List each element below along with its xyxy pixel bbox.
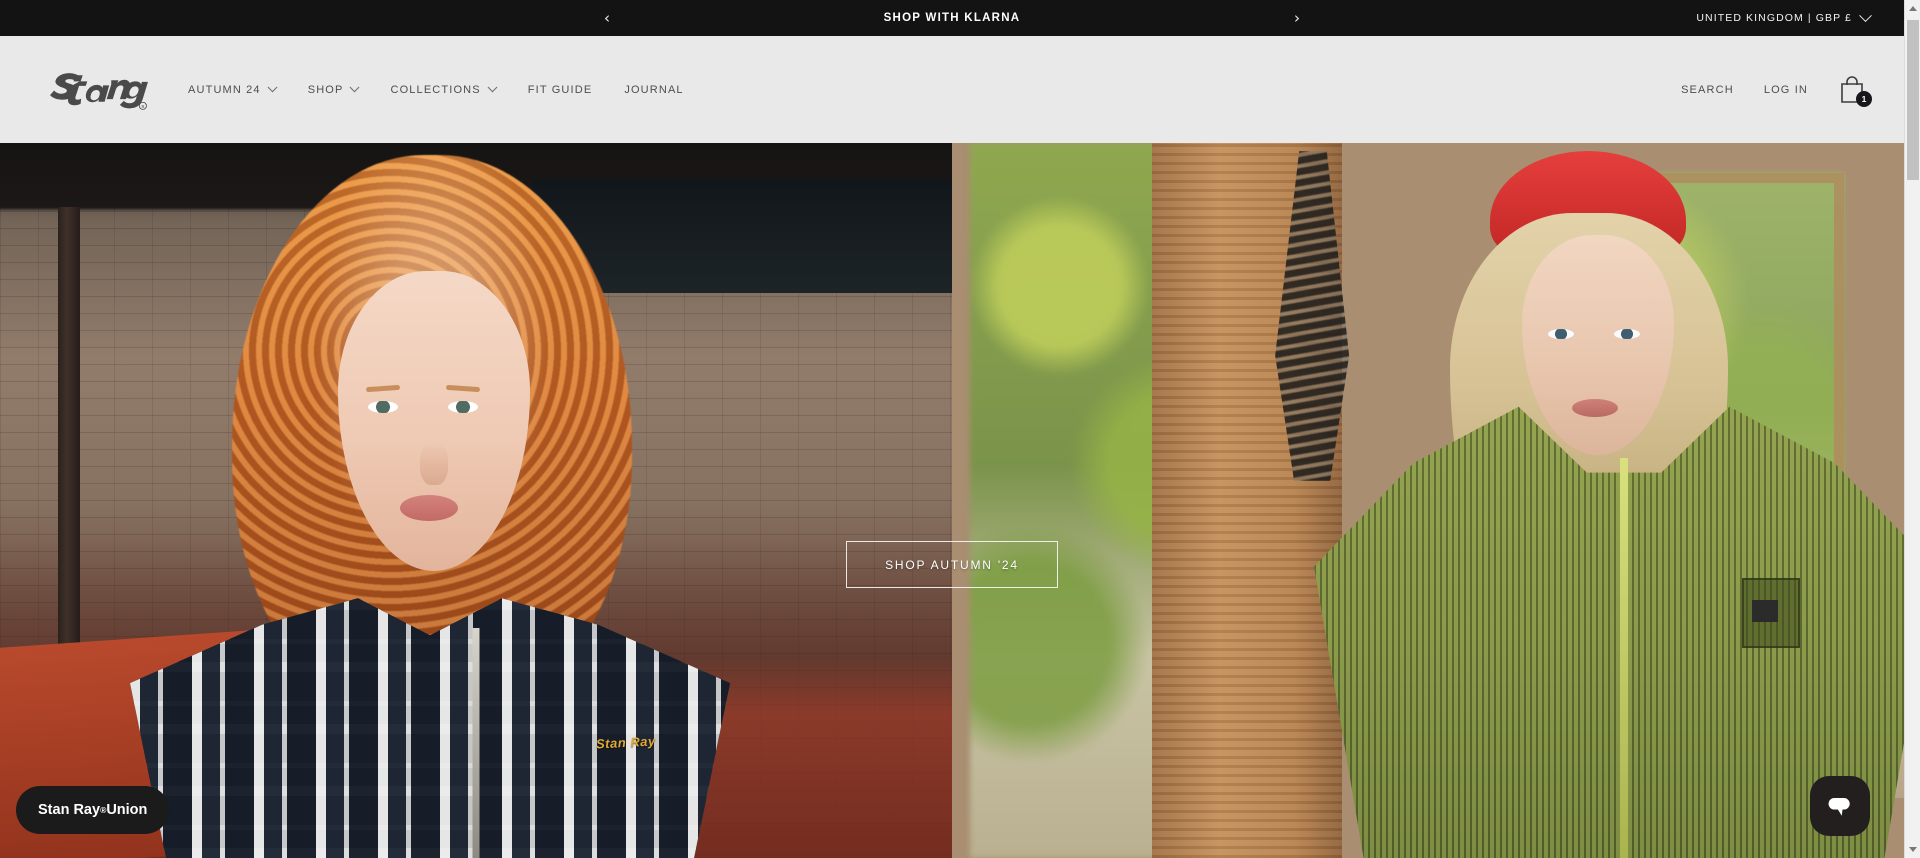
triangle-up-icon xyxy=(1909,6,1917,11)
locale-label: UNITED KINGDOM | GBP £ xyxy=(1696,12,1852,24)
hero-left-zipper xyxy=(472,628,480,858)
hero-right-eye xyxy=(1548,329,1574,339)
hero-right-brand-tag xyxy=(1752,600,1778,622)
login-link[interactable]: LOG IN xyxy=(1764,84,1808,96)
chat-bubble-icon xyxy=(1828,798,1850,816)
scroll-down-arrow[interactable] xyxy=(1905,841,1920,858)
hero-left-eye xyxy=(368,401,398,413)
header-actions: SEARCH LOG IN 1 xyxy=(1681,74,1872,107)
shop-autumn-cta-button[interactable]: SHOP AUTUMN '24 xyxy=(846,541,1058,588)
announcement-prev-arrow[interactable]: ‹ xyxy=(592,10,622,26)
stan-ray-union-button[interactable]: Stan Ray ® Union xyxy=(16,786,170,834)
union-suffix: Union xyxy=(106,802,148,818)
nav-label: SHOP xyxy=(307,83,344,96)
announcement-next-arrow[interactable]: › xyxy=(1282,10,1312,26)
hero-left-eye xyxy=(448,401,478,413)
chat-launcher-button[interactable] xyxy=(1810,776,1870,836)
hero-image-left[interactable]: Stan Ray xyxy=(0,143,952,858)
nav-item-shop[interactable]: SHOP xyxy=(307,82,360,96)
search-button[interactable]: SEARCH xyxy=(1681,84,1734,96)
nav-item-autumn-24[interactable]: AUTUMN 24 xyxy=(188,82,278,96)
page-root: ‹ SHOP WITH KLARNA › UNITED KINGDOM | GB… xyxy=(0,0,1920,858)
chevron-down-icon xyxy=(350,82,360,93)
page-scrollbar[interactable] xyxy=(1904,0,1920,858)
triangle-down-icon xyxy=(1909,847,1917,852)
site-header: R AUTUMN 24 SHOP COLLECTIONS FIT GUIDE J… xyxy=(0,36,1904,143)
nav-item-fit-guide[interactable]: FIT GUIDE xyxy=(528,84,593,96)
nav-item-collections[interactable]: COLLECTIONS xyxy=(390,82,498,96)
chevron-down-icon xyxy=(487,82,498,93)
chevron-down-icon xyxy=(267,82,278,93)
union-label: Stan Ray xyxy=(38,802,101,818)
hero-left-post xyxy=(58,207,80,651)
cart-count-badge: 1 xyxy=(1856,90,1872,107)
hero-right-zipper xyxy=(1620,458,1628,858)
nav-label: COLLECTIONS xyxy=(390,83,481,96)
scrollbar-thumb[interactable] xyxy=(1907,20,1919,180)
announcement-carousel: ‹ SHOP WITH KLARNA › xyxy=(592,10,1312,26)
stan-ray-logo[interactable]: R xyxy=(48,67,150,113)
hero-image-right[interactable] xyxy=(952,143,1904,858)
chevron-down-icon xyxy=(1859,8,1872,22)
hero-right-lips xyxy=(1572,399,1618,417)
hero-banner: Stan Ray SHOP AUTUMN '24 xyxy=(0,143,1904,858)
locale-selector[interactable]: UNITED KINGDOM | GBP £ xyxy=(1696,8,1872,24)
cart-button[interactable]: 1 xyxy=(1838,74,1872,107)
scroll-up-arrow[interactable] xyxy=(1905,0,1920,17)
main-navigation: AUTUMN 24 SHOP COLLECTIONS FIT GUIDE JOU… xyxy=(188,82,684,96)
hero-left-lips xyxy=(400,495,458,521)
hero-right-eye xyxy=(1614,329,1640,339)
hero-left-nose xyxy=(420,443,448,485)
announcement-message[interactable]: SHOP WITH KLARNA xyxy=(884,12,1021,24)
nav-label: FIT GUIDE xyxy=(527,83,593,96)
announcement-bar: ‹ SHOP WITH KLARNA › UNITED KINGDOM | GB… xyxy=(0,0,1904,36)
svg-text:R: R xyxy=(141,103,145,108)
nav-label: AUTUMN 24 xyxy=(188,83,261,96)
nav-label: JOURNAL xyxy=(624,83,684,96)
hero-left-chest-logo: Stan Ray xyxy=(595,733,656,752)
nav-item-journal[interactable]: JOURNAL xyxy=(624,84,683,96)
